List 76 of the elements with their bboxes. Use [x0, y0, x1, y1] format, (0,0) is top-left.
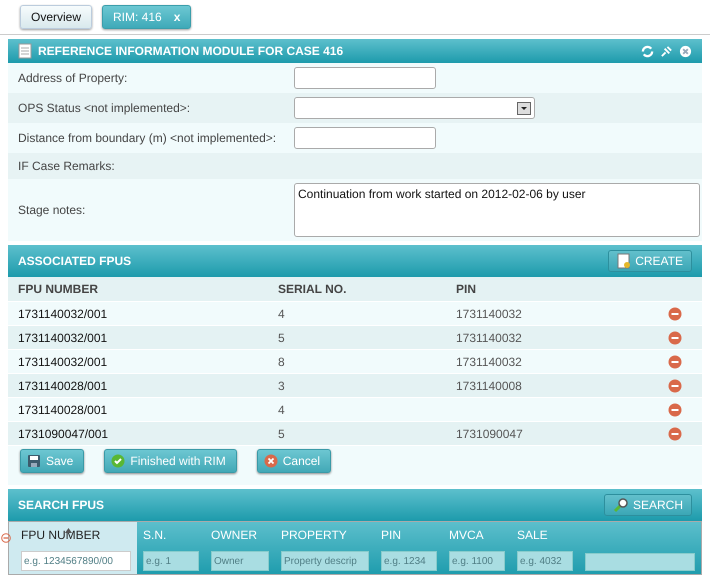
- remove-icon: [668, 330, 682, 344]
- table-cell-text: 1731090047/001: [18, 426, 110, 440]
- field-label: Address of Property:: [18, 71, 128, 85]
- table-cell: 1731140032: [456, 330, 522, 344]
- table-cell-text: 1731140032/001: [18, 306, 108, 320]
- filter-field[interactable]: e.g. 1: [143, 551, 199, 571]
- remove-icon: [668, 354, 682, 368]
- minus-circle-icon: [1, 533, 11, 543]
- table-cell-text: 5: [278, 330, 286, 344]
- remove-button[interactable]: [668, 306, 682, 320]
- action-button[interactable]: Save: [20, 449, 84, 473]
- remove-button[interactable]: [668, 354, 682, 368]
- document-icon: [18, 43, 32, 59]
- action-button[interactable]: Finished with RIM: [104, 449, 237, 473]
- field-label: Stage notes:: [18, 203, 86, 217]
- remove-icon: [668, 306, 682, 320]
- filter-label[interactable]: PIN: [381, 528, 437, 542]
- remove-icon: [668, 378, 682, 392]
- filter-label[interactable]: FPU NUMBER: [21, 528, 131, 542]
- remove-icon: [668, 426, 682, 440]
- text-field[interactable]: [294, 127, 436, 149]
- tab[interactable]: RIM: 416 x: [102, 5, 192, 29]
- filter-label[interactable]: MVCA: [449, 528, 505, 542]
- column-header: FPU NUMBER: [18, 282, 99, 296]
- notes-field[interactable]: Continuation from work started on 2012-02-06 by user: [294, 183, 700, 237]
- column-header: PIN: [456, 282, 478, 296]
- table-cell-text: 1731140028/001: [18, 402, 108, 416]
- close-icon[interactable]: [679, 44, 692, 58]
- filter-label[interactable]: OWNER: [211, 528, 269, 542]
- search-icon: [612, 497, 629, 513]
- table-cell-text: 8: [278, 354, 286, 368]
- filter-field[interactable]: e.g. 1234: [381, 551, 437, 571]
- panel-title: REFERENCE INFORMATION MODULE FOR CASE 416: [38, 44, 344, 58]
- filter-field[interactable]: [585, 553, 695, 571]
- filter-field[interactable]: Owner: [211, 551, 269, 571]
- remove-button[interactable]: [668, 426, 682, 440]
- remove-button[interactable]: [668, 378, 682, 392]
- table-cell-text: 1731140032/001: [18, 354, 108, 368]
- action-button[interactable]: Cancel: [256, 449, 332, 473]
- table-cell: 1731140008: [456, 378, 522, 392]
- section-title: ASSOCIATED FPUS: [18, 254, 132, 268]
- filter-field[interactable]: e.g. 1234567890/00: [21, 551, 131, 571]
- cancel-icon: [264, 454, 278, 468]
- pin-icon[interactable]: [660, 44, 673, 58]
- refresh-icon[interactable]: [641, 44, 654, 58]
- close-tab-button[interactable]: x: [174, 10, 180, 24]
- field-label: IF Case Remarks:: [18, 159, 116, 173]
- table-cell-text: 4: [278, 402, 286, 416]
- section-title: SEARCH FPUS: [18, 498, 106, 512]
- search-button[interactable]: SEARCH: [604, 494, 692, 516]
- filter-field[interactable]: e.g. 4032: [517, 551, 573, 571]
- remove-button[interactable]: [668, 402, 682, 416]
- dropdown-field[interactable]: [294, 97, 535, 119]
- table-cell: 1731140032: [456, 306, 522, 320]
- remove-icon: [668, 402, 682, 416]
- field-label: OPS Status <not implemented>:: [18, 101, 192, 115]
- filter-label[interactable]: SALE: [517, 528, 573, 542]
- check-icon: [111, 454, 126, 468]
- table-cell-text: 1731140028/001: [18, 378, 108, 392]
- table-cell-text: 4: [278, 306, 286, 320]
- remove-button[interactable]: [668, 330, 682, 344]
- filter-label[interactable]: S.N.: [143, 528, 199, 542]
- filter-field[interactable]: Property descrip: [281, 551, 369, 571]
- field-label: Distance from boundary (m) <not implemented>:: [18, 131, 278, 145]
- table-cell: 1731090047: [456, 426, 523, 440]
- table-cell-text: 1731140032/001: [18, 330, 108, 344]
- table-cell-text: 3: [278, 378, 286, 392]
- new-document-icon: [617, 253, 632, 269]
- column-header: SERIAL NO.: [278, 282, 348, 296]
- create-button[interactable]: CREATE: [608, 250, 692, 272]
- tab[interactable]: Overview: [20, 5, 92, 29]
- text-field[interactable]: [294, 67, 436, 89]
- filter-field[interactable]: e.g. 1100: [449, 551, 505, 571]
- table-cell: 1731140032: [456, 354, 522, 368]
- table-cell-text: 5: [278, 426, 286, 440]
- filter-label[interactable]: PROPERTY: [281, 528, 369, 542]
